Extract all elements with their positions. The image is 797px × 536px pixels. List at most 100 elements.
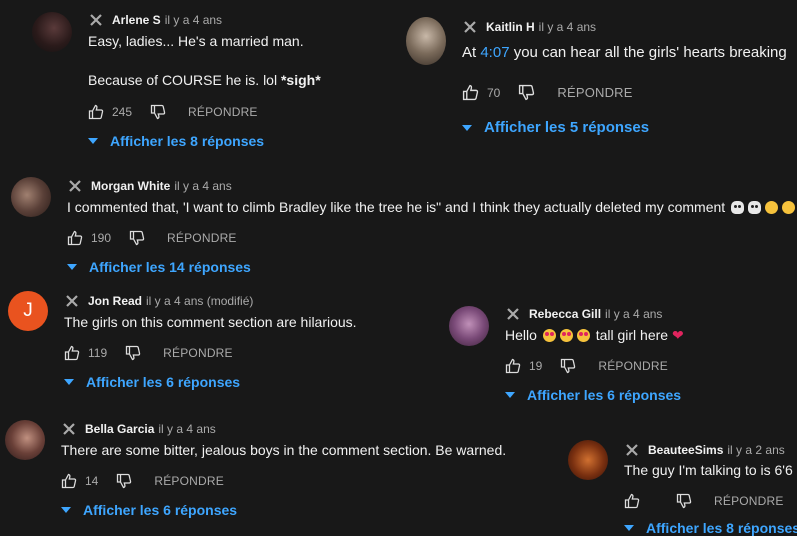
laughing-emoji-icon [765,201,779,214]
close-icon[interactable] [624,442,640,458]
skull-emoji-icon [748,201,762,214]
thumb-up-icon[interactable] [64,345,80,361]
reply-button[interactable]: RÉPONDRE [557,85,632,100]
view-replies-label: Afficher les 6 réponses [83,502,238,518]
thumb-up-icon[interactable] [61,473,77,489]
comment-actions: 14 RÉPONDRE [61,473,224,489]
comment-actions: 70 RÉPONDRE [462,84,633,101]
caret-down-icon [505,392,515,398]
reply-button[interactable]: RÉPONDRE [167,231,237,245]
comment-date[interactable]: il y a 4 ans (modifié) [146,294,253,308]
comment-actions: RÉPONDRE [624,493,784,509]
avatar[interactable] [449,306,489,346]
comment-actions: 19 RÉPONDRE [505,358,668,374]
avatar[interactable] [568,440,608,480]
like-count: 119 [88,346,108,360]
comment-header: Kaitlin H il y a 4 ans [462,19,596,35]
heart-eyes-emoji-icon [542,329,556,342]
comment-date[interactable]: il y a 4 ans [158,422,215,436]
view-replies-button[interactable]: Afficher les 8 réponses [624,520,797,536]
avatar[interactable] [32,12,72,52]
avatar[interactable]: J [8,291,48,331]
thumb-up-icon[interactable] [505,358,521,374]
comment-text: Because of COURSE he is. lol [88,72,281,88]
thumb-up-icon[interactable] [624,493,640,509]
comment-header: Morgan White il y a 4 ans [67,178,232,194]
comment-date[interactable]: il y a 4 ans [174,179,231,193]
view-replies-label: Afficher les 8 réponses [646,520,797,536]
thumb-down-icon[interactable] [116,473,132,489]
author-name[interactable]: BeauteeSims [648,443,723,457]
comment-text: I commented that, 'I want to climb Bradl… [67,199,797,215]
like-count: 14 [85,474,99,488]
caret-down-icon [61,507,71,513]
caret-down-icon [462,124,472,131]
like-count: 19 [529,359,543,373]
thumb-down-icon[interactable] [518,84,535,101]
reply-button[interactable]: RÉPONDRE [154,474,224,488]
view-replies-label: Afficher les 5 réponses [484,119,650,136]
thumb-down-icon[interactable] [150,104,166,120]
caret-down-icon [624,525,634,531]
comment-text-bold: *sigh* [280,72,321,88]
thumb-down-icon[interactable] [676,493,692,509]
thumb-up-icon[interactable] [88,104,104,120]
view-replies-button[interactable]: Afficher les 14 réponses [67,259,251,275]
comment-date[interactable]: il y a 4 ans [605,307,662,321]
view-replies-button[interactable]: Afficher les 8 réponses [88,133,264,149]
caret-down-icon [88,138,98,144]
comment-date[interactable]: il y a 4 ans [165,13,222,27]
reply-button[interactable]: RÉPONDRE [163,346,233,360]
comment-actions: 190 RÉPONDRE [67,230,237,246]
avatar[interactable] [11,177,51,217]
close-icon[interactable] [88,12,104,28]
view-replies-button[interactable]: Afficher les 6 réponses [505,387,681,403]
comment-text: At 4:07 you can hear all the girls' hear… [462,44,787,61]
caret-down-icon [67,264,77,270]
comment-header: Arlene S il y a 4 ans [88,12,222,28]
comment-date[interactable]: il y a 2 ans [727,443,784,457]
like-count: 70 [487,85,501,100]
like-count: 245 [112,105,133,119]
view-replies-label: Afficher les 6 réponses [86,374,241,390]
author-name[interactable]: Rebecca Gill [529,307,601,321]
thumb-up-icon[interactable] [462,84,479,101]
comment-header: BeauteeSims il y a 2 ans [624,442,785,458]
comment-header: Jon Read il y a 4 ans (modifié) [64,293,253,309]
author-name[interactable]: Morgan White [91,179,170,193]
comment-text-prefix: At [462,44,481,61]
thumb-down-icon[interactable] [125,345,141,361]
comment-text-prefix: Hello [505,327,537,343]
timestamp-link[interactable]: 4:07 [480,44,509,61]
comment-text-body: I commented that, 'I want to climb Bradl… [67,199,726,215]
author-name[interactable]: Arlene S [112,13,161,27]
laughing-emoji-icon [782,201,796,214]
heart-eyes-emoji-icon [576,329,590,342]
close-icon[interactable] [67,178,83,194]
thumb-down-icon[interactable] [560,358,576,374]
close-icon[interactable] [61,421,77,437]
author-name[interactable]: Kaitlin H [486,20,535,34]
avatar[interactable] [406,17,446,65]
thumb-up-icon[interactable] [67,230,83,246]
thumb-down-icon[interactable] [129,230,145,246]
view-replies-button[interactable]: Afficher les 5 réponses [462,119,649,136]
view-replies-button[interactable]: Afficher les 6 réponses [64,374,240,390]
close-icon[interactable] [505,306,521,322]
close-icon[interactable] [462,19,478,35]
comment-text: The girls on this comment section are hi… [64,314,357,330]
reply-button[interactable]: RÉPONDRE [714,494,784,508]
view-replies-label: Afficher les 14 réponses [89,259,251,275]
reply-button[interactable]: RÉPONDRE [598,359,668,373]
comment-text-suffix: you can hear all the girls' hearts break… [509,44,787,61]
comment-text-suffix: tall girl here [595,327,669,343]
close-icon[interactable] [64,293,80,309]
author-name[interactable]: Bella Garcia [85,422,154,436]
avatar[interactable] [5,420,45,460]
comment-date[interactable]: il y a 4 ans [539,20,596,34]
view-replies-button[interactable]: Afficher les 6 réponses [61,502,237,518]
reply-button[interactable]: RÉPONDRE [188,105,258,119]
author-name[interactable]: Jon Read [88,294,142,308]
comment-header: Rebecca Gill il y a 4 ans [505,306,662,322]
view-replies-label: Afficher les 8 réponses [110,133,265,149]
